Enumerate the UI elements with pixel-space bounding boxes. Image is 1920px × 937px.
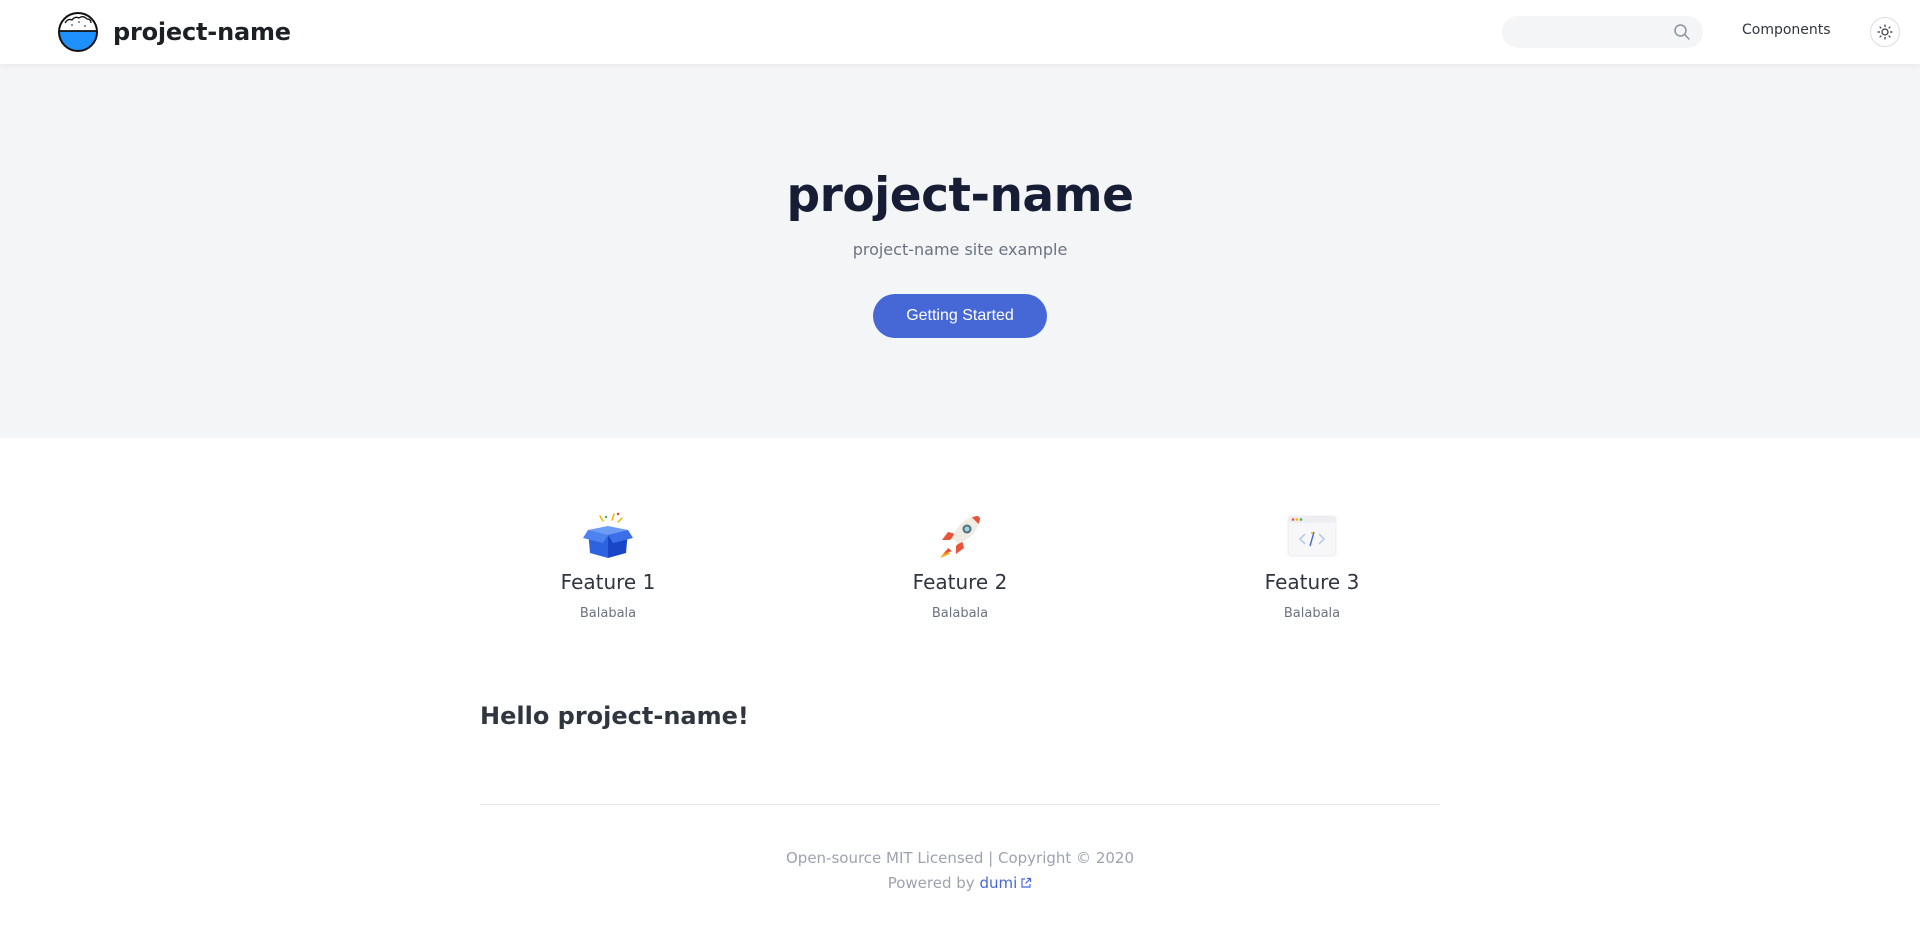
search-icon (1674, 24, 1690, 40)
footer-copyright: Open-source MIT Licensed | Copyright © 2… (785, 849, 1135, 867)
theme-toggle-button[interactable] (1870, 17, 1900, 47)
footer-divider (480, 804, 1440, 805)
feature-desc: Balabala (931, 606, 989, 621)
top-navbar: project-name Components (0, 0, 1920, 64)
powered-by-text: Powered by (887, 874, 975, 892)
dumi-link[interactable]: dumi (979, 874, 1032, 892)
feature-card-3: Feature 3 Balabala (1162, 510, 1462, 621)
footer: Open-source MIT Licensed | Copyright © 2… (0, 846, 1920, 896)
brand-name: project-name (113, 18, 291, 46)
external-link-icon (1021, 877, 1032, 888)
feature-card-2: Feature 2 Balabala (810, 510, 1110, 621)
feature-title: Feature 1 (560, 570, 656, 594)
footer-powered-by: Powered by dumi (0, 871, 1920, 896)
logo-icon (58, 12, 98, 52)
brand-link[interactable]: project-name (57, 11, 291, 53)
getting-started-button[interactable]: Getting Started (873, 294, 1047, 338)
feature-title: Feature 3 (1264, 570, 1360, 594)
search-input[interactable] (1516, 16, 1676, 48)
hero-section: project-name project-name site example G… (0, 64, 1920, 438)
dumi-link-label: dumi (979, 874, 1018, 892)
feature-desc: Balabala (1283, 606, 1341, 621)
code-window-icon (1287, 515, 1337, 557)
feature-card-1: Feature 1 Balabala (458, 510, 758, 621)
feature-title: Feature 2 (912, 570, 1008, 594)
features-section: Feature 1 Balabala Feature 2 Balabala Fe… (0, 438, 1920, 638)
content-heading: Hello project-name! (480, 702, 749, 730)
nav-item-components[interactable]: Components (1742, 22, 1831, 38)
hero-title: project-name (786, 168, 1134, 223)
sun-icon (1877, 24, 1893, 40)
feature-desc: Balabala (579, 606, 637, 621)
search-box (1502, 16, 1703, 48)
rocket-icon (940, 516, 980, 558)
hero-description: project-name site example (852, 240, 1068, 259)
box-icon (583, 512, 633, 558)
